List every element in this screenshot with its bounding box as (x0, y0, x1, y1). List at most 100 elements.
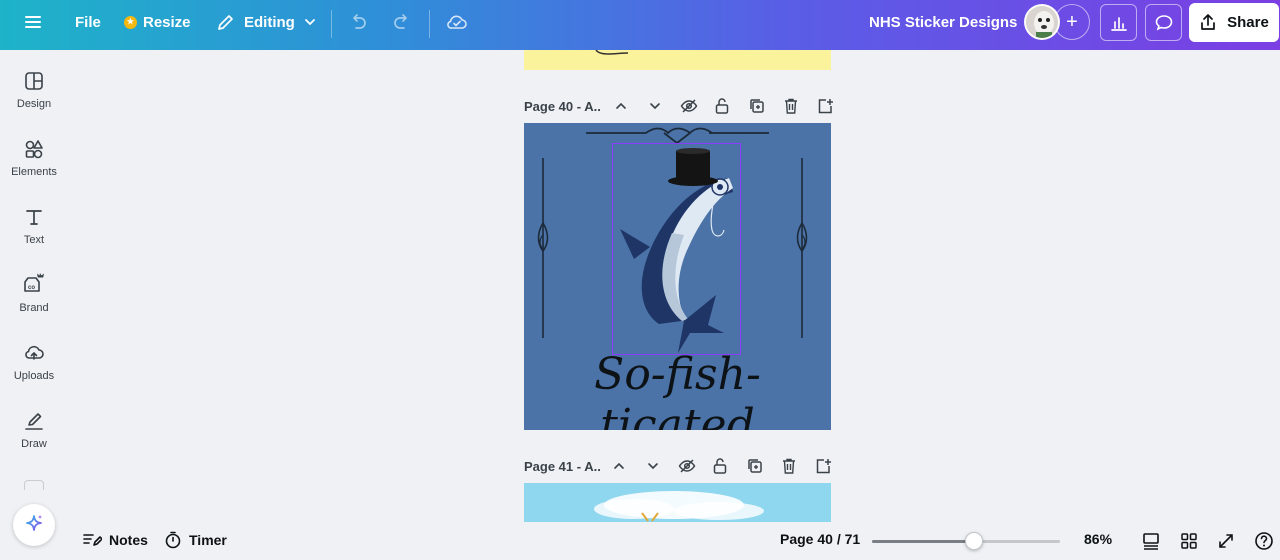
timer-label: Timer (189, 532, 227, 548)
move-page-up-button[interactable] (612, 97, 630, 115)
top-toolbar: File ★ Resize Editing NHS Sticker Design… (0, 0, 1280, 50)
undo-icon (353, 14, 366, 29)
add-page-button[interactable] (816, 97, 834, 115)
thumbnail-view-button[interactable] (1140, 530, 1162, 552)
sparkle-icon (26, 515, 42, 531)
bottom-bar: Notes Timer Page 40 / 71 86% (68, 522, 1280, 560)
lock-page-button[interactable] (713, 97, 731, 115)
add-page-button[interactable] (814, 457, 832, 475)
share-upload-icon (1201, 13, 1215, 30)
zoom-slider[interactable] (872, 532, 1060, 550)
file-label: File (75, 13, 101, 31)
chevron-up-icon (614, 462, 624, 469)
chevron-up-icon (616, 102, 626, 109)
notes-button[interactable]: Notes (82, 531, 148, 549)
previous-page-preview[interactable] (524, 50, 831, 70)
delete-page-button[interactable] (780, 457, 798, 475)
editing-mode-button[interactable]: Editing (216, 0, 317, 44)
redo-button[interactable] (391, 0, 413, 44)
move-page-down-button[interactable] (646, 97, 664, 115)
add-page-icon (818, 99, 833, 114)
hide-page-button[interactable] (678, 457, 696, 475)
sidebar-item-draw[interactable]: Draw (0, 410, 68, 450)
text-icon (26, 210, 42, 225)
zoom-label: 86% (1084, 531, 1113, 547)
next-page-preview[interactable] (524, 483, 831, 522)
add-page-icon (816, 459, 831, 474)
resize-button[interactable]: ★ Resize (124, 0, 191, 44)
sidebar-item-elements[interactable]: Elements (0, 138, 68, 178)
trash-icon (783, 458, 795, 474)
pencil-icon (218, 15, 233, 30)
page-indicator[interactable]: Page 40 / 71 (780, 531, 860, 547)
insights-button[interactable] (1100, 4, 1137, 41)
undo-button[interactable] (347, 0, 369, 44)
timer-button[interactable]: Timer (164, 531, 227, 549)
delete-page-button[interactable] (782, 97, 800, 115)
sidebar-item-label: Text (23, 234, 45, 246)
sticker-caption[interactable]: So-fish-ticated (524, 349, 831, 430)
sidebar-item-label: Uploads (13, 370, 55, 382)
comments-button[interactable] (1145, 4, 1182, 41)
sidebar-item-label: Draw (21, 438, 47, 450)
duplicate-page-button[interactable] (746, 457, 764, 475)
zoom-level[interactable]: 86% (1084, 531, 1112, 547)
unlock-icon (713, 458, 727, 474)
toolbar-divider (429, 10, 430, 38)
page-40-design[interactable]: So-fish-ticated (524, 123, 831, 430)
page-view-icon (1143, 533, 1159, 550)
zoom-slider-handle[interactable] (964, 532, 983, 550)
sidebar-item-design[interactable]: Design (0, 70, 68, 110)
file-menu-button[interactable]: File (75, 0, 101, 44)
elements-icon (25, 140, 43, 159)
duplicate-icon (750, 99, 764, 113)
lock-page-button[interactable] (711, 457, 729, 475)
page-indicator-label: Page 40 / 71 (780, 531, 861, 547)
move-page-up-button[interactable] (610, 457, 628, 475)
duplicate-page-button[interactable] (748, 97, 766, 115)
trash-icon (785, 98, 797, 114)
hide-page-button[interactable] (680, 97, 698, 115)
uploads-icon (25, 345, 44, 360)
chevron-down-icon (650, 103, 660, 110)
page-title[interactable]: Page 40 - A.. (524, 99, 601, 114)
grid-icon (1181, 533, 1197, 549)
page-40-header: Page 40 - A.. (524, 94, 834, 118)
sidebar-item-brand[interactable]: co Brand (0, 272, 68, 314)
help-icon (1255, 532, 1273, 550)
sidebar-item-text[interactable]: Text (0, 206, 68, 246)
avatar[interactable] (1024, 4, 1060, 40)
selection-outline[interactable] (612, 143, 741, 355)
sidebar-item-uploads[interactable]: Uploads (0, 342, 68, 382)
plus-icon: + (1066, 10, 1078, 33)
timer-icon (165, 531, 181, 549)
page-41-header: Page 41 - A.. (524, 454, 834, 478)
save-status-button[interactable] (445, 0, 469, 44)
zoom-slider-fill (872, 540, 974, 543)
menu-button[interactable] (22, 0, 44, 44)
clouds-artwork (594, 491, 764, 522)
sidebar-item-label: Design (16, 98, 52, 110)
help-button[interactable] (1253, 530, 1275, 552)
eye-off-icon (678, 459, 696, 473)
more-apps-icon[interactable] (24, 480, 44, 490)
unlock-icon (715, 98, 729, 114)
move-page-down-button[interactable] (644, 457, 662, 475)
hamburger-icon (25, 16, 41, 28)
crown-icon: ★ (124, 15, 137, 29)
notes-icon (83, 534, 102, 546)
grid-view-button[interactable] (1178, 530, 1200, 552)
chevron-down-icon (304, 19, 315, 26)
duplicate-icon (748, 459, 762, 473)
page-title[interactable]: Page 41 - A.. (524, 459, 601, 474)
sidebar-item-label: Elements (11, 166, 57, 178)
svg-text:co: co (28, 285, 35, 291)
project-title[interactable]: NHS Sticker Designs (869, 14, 1017, 31)
fullscreen-button[interactable] (1215, 530, 1237, 552)
previous-page-artwork (595, 50, 629, 55)
magic-assistant-button[interactable] (11, 502, 57, 548)
share-button[interactable]: Share (1189, 3, 1279, 42)
bar-chart-icon (1110, 16, 1127, 31)
design-icon (25, 72, 43, 90)
left-sidebar: Design Elements Text co Brand Uploads Dr… (0, 50, 68, 560)
